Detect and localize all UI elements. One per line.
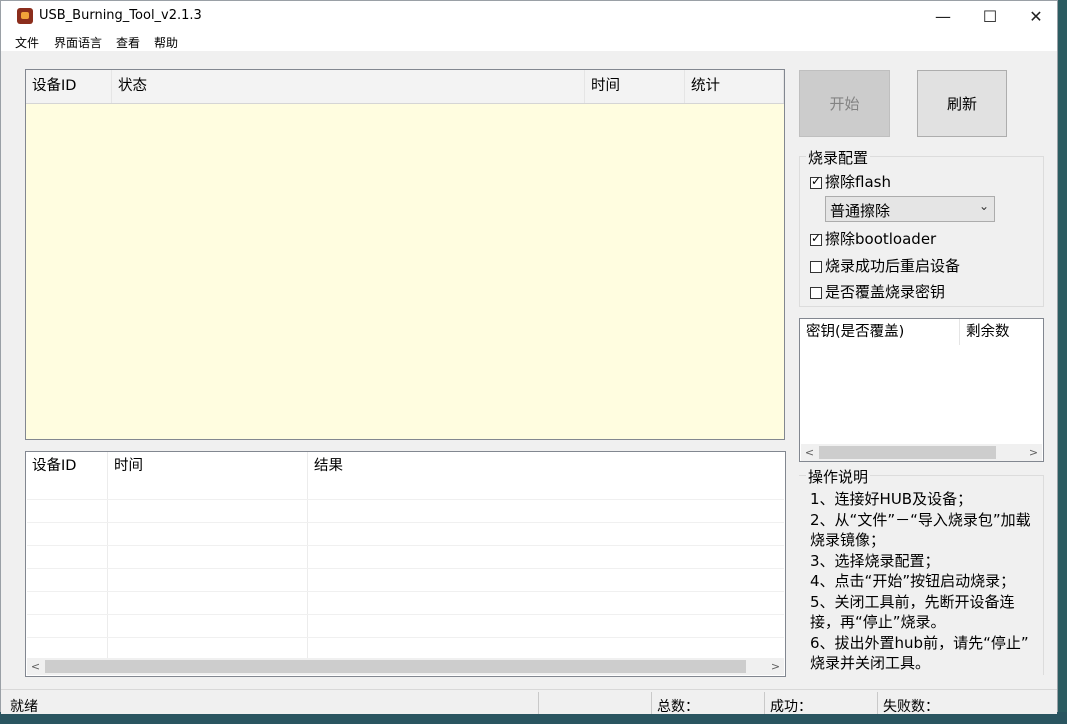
overwrite-key-checkbox[interactable]: 是否覆盖烧录密钥	[810, 281, 945, 302]
start-button[interactable]: 开始	[799, 70, 890, 137]
minimize-button[interactable]: —	[920, 1, 966, 31]
result-list-header: 设备ID 时间 结果	[26, 452, 785, 482]
scrollbar-thumb[interactable]	[819, 446, 996, 459]
instruction-line: 4、点击“开始”按钮启动烧录；	[810, 572, 1016, 590]
checkbox-unchecked-icon	[810, 286, 822, 299]
column-time[interactable]: 时间	[585, 70, 685, 103]
erase-bootloader-checkbox[interactable]: 擦除bootloader	[810, 228, 936, 249]
total-count-label: 总数：	[657, 699, 699, 715]
instruction-line: 2、从“文件”－“导入烧录包”加载	[810, 510, 1031, 529]
window-title: USB_Burning_Tool_v2.1.3	[39, 8, 202, 23]
erase-flash-label: 擦除flash	[825, 173, 891, 191]
scroll-left-icon[interactable]: <	[27, 658, 44, 675]
instruction-line: 6、拔出外置hub前，请先“停止”	[810, 633, 1029, 652]
instruction-line: 1、连接好HUB及设备；	[810, 490, 973, 508]
erase-mode-select[interactable]: 普通擦除 ⌄	[825, 196, 995, 222]
maximize-button[interactable]: ☐	[967, 1, 1013, 31]
instruction-line: 烧录镜像；	[810, 531, 886, 549]
status-text: 就绪	[10, 699, 38, 715]
status-bar: 就绪 总数： 成功： 失败数：	[1, 689, 1057, 715]
menu-view[interactable]: 查看	[116, 34, 140, 51]
title-bar[interactable]: USB_Burning_Tool_v2.1.3 — ☐ ✕	[1, 1, 1057, 31]
scrollbar-thumb[interactable]	[45, 660, 746, 673]
scroll-left-icon[interactable]: <	[801, 444, 818, 461]
result-list-scrollbar[interactable]: < >	[27, 658, 784, 675]
column-status[interactable]: 状态	[112, 70, 585, 103]
instruction-line: 接，再“停止”烧录。	[810, 613, 946, 631]
checkbox-unchecked-icon	[810, 260, 822, 273]
instruction-line: 5、关闭工具前，先断开设备连	[810, 592, 1015, 611]
instructions-title: 操作说明	[806, 466, 871, 487]
device-list-header: 设备ID 状态 时间 统计	[26, 70, 784, 104]
key-list[interactable]: 密钥(是否覆盖) 剩余数 < >	[799, 318, 1044, 462]
checkbox-checked-icon	[810, 174, 822, 189]
result-list[interactable]: 设备ID 时间 结果 < >	[25, 451, 786, 677]
erase-mode-value: 普通擦除	[830, 202, 891, 220]
menu-file[interactable]: 文件	[15, 34, 39, 51]
column-key[interactable]: 密钥(是否覆盖)	[800, 319, 960, 345]
reboot-after-label: 烧录成功后重启设备	[825, 257, 961, 275]
key-list-scrollbar[interactable]: < >	[801, 444, 1042, 461]
instruction-line: 3、选择烧录配置；	[810, 551, 940, 570]
checkbox-checked-icon	[810, 231, 822, 246]
app-icon	[17, 8, 33, 24]
chevron-down-icon: ⌄	[979, 199, 990, 213]
menu-help[interactable]: 帮助	[154, 34, 178, 51]
instruction-line: 烧录并关闭工具。	[810, 654, 931, 672]
column-remaining[interactable]: 剩余数	[960, 319, 1043, 345]
refresh-button[interactable]: 刷新	[917, 70, 1007, 137]
column-result-device-id[interactable]: 设备ID	[26, 452, 108, 482]
reboot-after-checkbox[interactable]: 烧录成功后重启设备	[810, 255, 960, 276]
fail-count-label: 失败数：	[883, 699, 939, 715]
column-device-id[interactable]: 设备ID	[26, 70, 112, 103]
erase-bootloader-label: 擦除bootloader	[825, 230, 937, 248]
scroll-right-icon[interactable]: >	[1025, 444, 1042, 461]
close-button[interactable]: ✕	[1013, 1, 1059, 31]
instructions-text: 1、连接好HUB及设备； 2、从“文件”－“导入烧录包”加载 烧录镜像； 3、选…	[810, 489, 1050, 674]
scroll-right-icon[interactable]: >	[767, 658, 784, 675]
key-list-header: 密钥(是否覆盖) 剩余数	[800, 319, 1043, 345]
column-result[interactable]: 结果	[308, 452, 785, 482]
app-window: USB_Burning_Tool_v2.1.3 — ☐ ✕ 文件 界面语言 查看…	[0, 0, 1058, 715]
erase-flash-checkbox[interactable]: 擦除flash	[810, 171, 891, 192]
success-count-label: 成功：	[770, 699, 812, 715]
column-stats[interactable]: 统计	[685, 70, 784, 103]
burn-config-title: 烧录配置	[806, 147, 871, 168]
overwrite-key-label: 是否覆盖烧录密钥	[825, 283, 946, 301]
column-result-time[interactable]: 时间	[108, 452, 308, 482]
device-list[interactable]: 设备ID 状态 时间 统计	[25, 69, 785, 440]
desktop-background-right	[1058, 0, 1067, 724]
menu-language[interactable]: 界面语言	[54, 34, 102, 51]
